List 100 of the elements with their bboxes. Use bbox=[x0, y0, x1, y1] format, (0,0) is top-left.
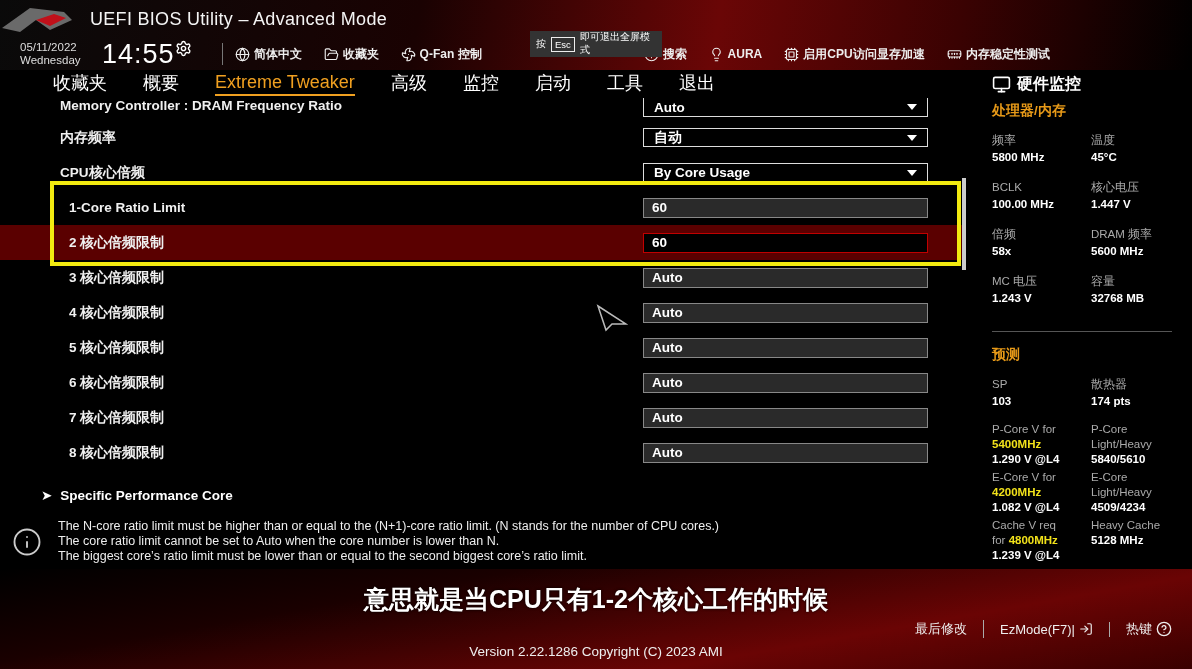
menu-tab[interactable]: 工具 bbox=[606, 70, 643, 98]
settings-icon[interactable] bbox=[174, 39, 192, 57]
setting-row[interactable]: 1-Core Ratio Limit 60 bbox=[0, 190, 962, 225]
input-field[interactable]: 60 bbox=[643, 197, 928, 218]
selected-setting-row[interactable]: 2 核心倍频限制 60 bbox=[0, 225, 962, 260]
input-field[interactable]: Auto bbox=[643, 442, 928, 463]
footer-button[interactable]: EzMode(F7)| bbox=[984, 621, 1110, 637]
help-text: The biggest core’s ratio limit must be lower than or equal to the second biggest core’s ratio limit. bbox=[58, 549, 588, 564]
stat-label: 频率 bbox=[992, 133, 1017, 148]
input-field[interactable]: Auto bbox=[643, 372, 928, 393]
panel-title: 硬件监控 bbox=[1017, 73, 1081, 94]
toolbar-item[interactable]: 收藏夹 bbox=[323, 45, 379, 63]
stat-label: 温度 bbox=[1091, 133, 1116, 148]
stat-label: E-Core Light/Heavy bbox=[1091, 470, 1153, 500]
stat-label: 核心电压 bbox=[1091, 180, 1140, 195]
menu-tab[interactable]: 概要 bbox=[143, 70, 179, 98]
dropdown[interactable]: Auto bbox=[643, 98, 928, 117]
input-field[interactable]: Auto bbox=[643, 267, 928, 288]
stat-value: 5840/5610 bbox=[1091, 452, 1147, 467]
menu-tab[interactable]: Extreme Tweaker bbox=[215, 72, 355, 96]
stat-value: 1.290 V @L4 bbox=[992, 452, 1061, 467]
mouse-pointer-icon bbox=[596, 304, 628, 332]
stat-value: 5600 MHz bbox=[1091, 244, 1145, 259]
input-field[interactable]: 60 bbox=[643, 232, 928, 253]
setting-label: 6 核心倍频限制 bbox=[69, 373, 165, 392]
input-field[interactable]: Auto bbox=[643, 302, 928, 323]
toolbar-item[interactable]: 简体中文 bbox=[234, 45, 302, 63]
toolbar-item[interactable]: 启用CPU访问显存加速 bbox=[784, 45, 925, 63]
enter-icon bbox=[1079, 622, 1093, 636]
footer-button[interactable]: 热键 bbox=[1110, 620, 1172, 638]
stat-label: Heavy Cache bbox=[1091, 518, 1162, 533]
stat-label: SP bbox=[992, 377, 1009, 392]
monitor-icon bbox=[992, 74, 1011, 94]
stat-label: MC 电压 bbox=[992, 274, 1039, 289]
setting-label: 内存频率 bbox=[60, 128, 116, 147]
help-text: The N-core ratio limit must be higher than or equal to the (N+1)-core ratio limit. (N stands for the number of CPU cores.) bbox=[58, 519, 720, 534]
setting-label: 8 核心倍频限制 bbox=[69, 443, 165, 462]
toolbar-item[interactable]: AURA bbox=[708, 46, 763, 62]
stat-value: 100.00 MHz bbox=[992, 197, 1055, 212]
setting-label: 7 核心倍频限制 bbox=[69, 408, 165, 427]
globe-icon bbox=[234, 46, 250, 62]
setting-label: 5 核心倍频限制 bbox=[69, 338, 165, 357]
frequency-text: 5400MHz bbox=[992, 438, 1042, 450]
date-text: 05/11/2022 bbox=[20, 41, 78, 54]
video-subtitle: 意思就是当CPU只有1-2个核心工作的时候 bbox=[364, 584, 828, 615]
menu-tab[interactable]: 高级 bbox=[390, 70, 427, 98]
help-text: The core ratio limit cannot be set to Auto when the core number is lower than N. bbox=[58, 534, 501, 549]
setting-row[interactable]: 8 核心倍频限制 Auto bbox=[0, 435, 962, 470]
fan-icon bbox=[400, 46, 416, 62]
folder-icon bbox=[323, 46, 339, 62]
stat-value: 174 pts bbox=[1091, 394, 1132, 409]
setting-row[interactable]: 4 核心倍频限制 Auto bbox=[0, 295, 962, 330]
menu-tab[interactable]: 监控 bbox=[462, 70, 499, 98]
setting-row[interactable]: Memory Controller : DRAM Frequency Ratio Auto bbox=[0, 98, 962, 120]
stat-label: DRAM 频率 bbox=[1091, 227, 1154, 242]
weekday-text: Wednesday bbox=[20, 54, 82, 67]
setting-label: 3 核心倍频限制 bbox=[69, 268, 165, 287]
version-text: Version 2.22.1286 Copyright (C) 2023 AMI bbox=[469, 644, 723, 659]
menu-tab[interactable]: 收藏夹 bbox=[53, 70, 107, 98]
window-title: UEFI BIOS Utility – Advanced Mode bbox=[90, 8, 388, 30]
chip-icon bbox=[784, 46, 800, 62]
stat-label: P-Core V for bbox=[992, 422, 1057, 437]
setting-label: Memory Controller : DRAM Frequency Ratio bbox=[60, 98, 343, 113]
stat-label: 容量 bbox=[1091, 274, 1116, 289]
caret-icon bbox=[907, 134, 917, 141]
info-icon bbox=[12, 526, 42, 557]
toolbar-item[interactable]: 内存稳定性测试 bbox=[946, 45, 1050, 63]
toolbar-item[interactable]: Q-Fan 控制 bbox=[400, 45, 482, 63]
setting-row[interactable]: 5 核心倍频限制 Auto bbox=[0, 330, 962, 365]
stat-label: BCLK bbox=[992, 180, 1024, 195]
input-field[interactable]: Auto bbox=[643, 407, 928, 428]
setting-row[interactable]: 内存频率 自动 bbox=[0, 120, 962, 155]
caret-icon bbox=[907, 169, 917, 176]
stat-label: P-Core Light/Heavy bbox=[1091, 422, 1153, 452]
submenu-link[interactable]: ➤ Specific Performance Core bbox=[0, 487, 975, 503]
setting-row[interactable]: 7 核心倍频限制 Auto bbox=[0, 400, 962, 435]
section-title: 处理器/内存 bbox=[992, 102, 1067, 120]
stat-value: 4509/4234 bbox=[1091, 500, 1147, 515]
menu-tab[interactable]: 退出 bbox=[678, 70, 715, 98]
setting-row[interactable]: 3 核心倍频限制 Auto bbox=[0, 260, 962, 295]
stat-label: Cache V req bbox=[992, 518, 1057, 533]
dropdown[interactable]: 自动 bbox=[643, 128, 928, 147]
setting-label: 4 核心倍频限制 bbox=[69, 303, 165, 322]
stat-label: 散热器 bbox=[1091, 377, 1128, 392]
setting-row[interactable]: CPU核心倍频 By Core Usage bbox=[0, 155, 962, 190]
stat-value: 1.239 V @L4 bbox=[992, 548, 1061, 563]
input-field[interactable]: Auto bbox=[643, 337, 928, 358]
stat-label: for bbox=[992, 534, 1007, 546]
stat-value: 45°C bbox=[1091, 150, 1118, 165]
frequency-text: 4200MHz bbox=[992, 486, 1042, 498]
footer-button[interactable]: 最后修改 bbox=[899, 620, 985, 638]
setting-label: CPU核心倍频 bbox=[60, 163, 145, 182]
stat-value: 5800 MHz bbox=[992, 150, 1046, 165]
stat-value: 32768 MB bbox=[1091, 291, 1146, 306]
scrollbar-thumb[interactable] bbox=[962, 178, 966, 270]
stat-value: 1.447 V bbox=[1091, 197, 1132, 212]
setting-row[interactable]: 6 核心倍频限制 Auto bbox=[0, 365, 962, 400]
stat-label: 倍频 bbox=[992, 227, 1017, 242]
menu-tab[interactable]: 启动 bbox=[534, 70, 571, 98]
stat-value: 5128 MHz bbox=[1091, 533, 1145, 548]
